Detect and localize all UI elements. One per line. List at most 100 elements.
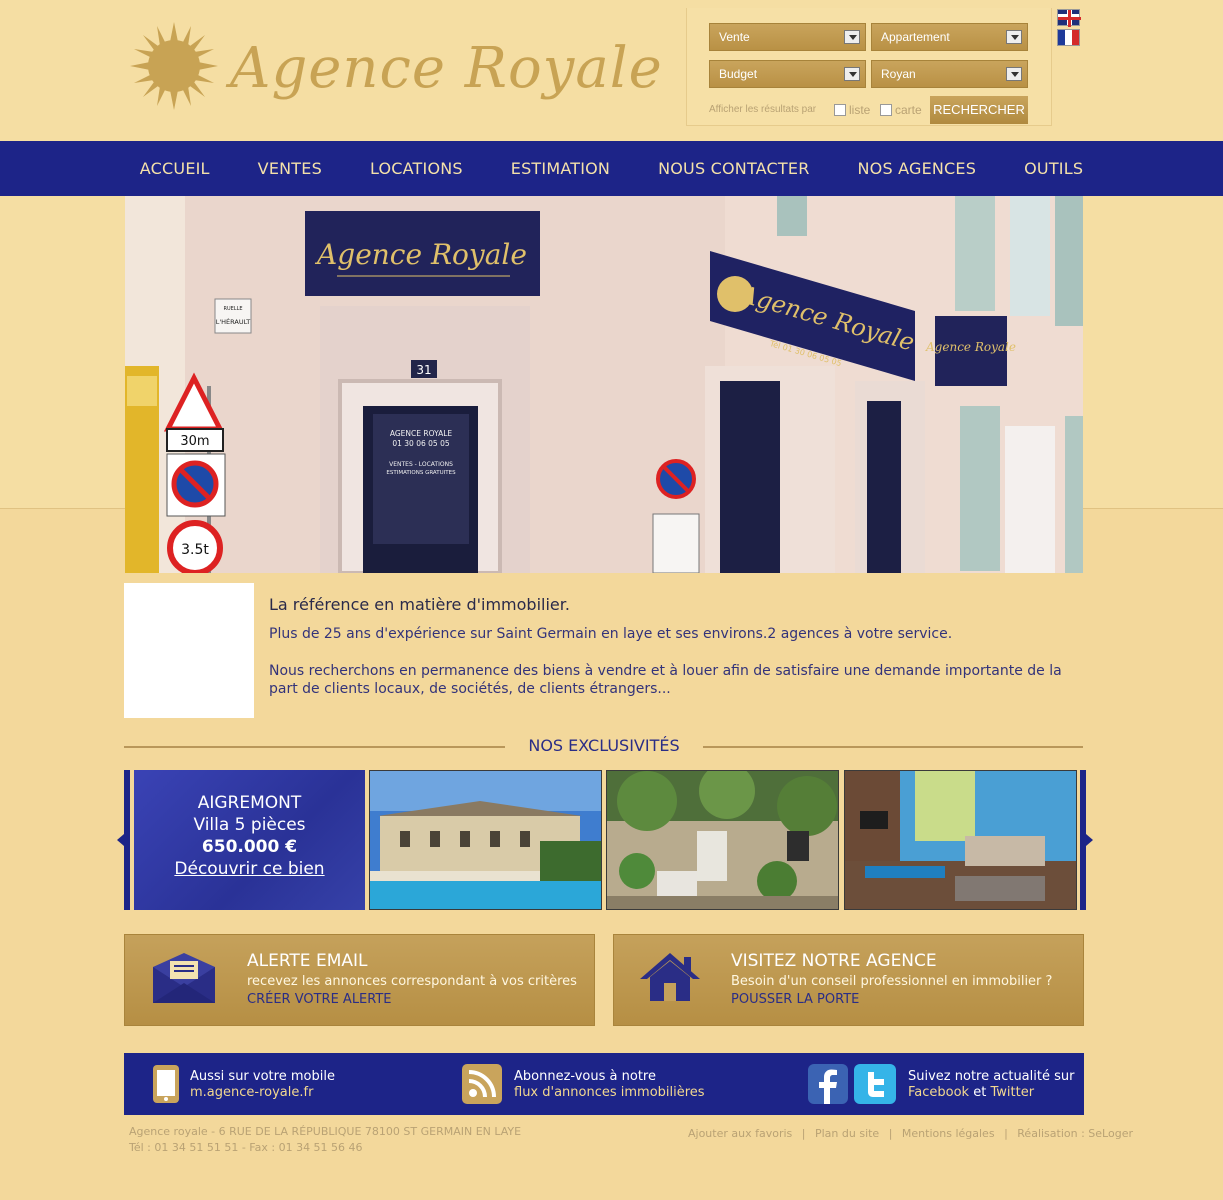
visit-agency-subtitle: Besoin d'un conseil professionnel en imm…	[731, 974, 1053, 989]
english-flag-icon[interactable]	[1057, 9, 1081, 27]
chevron-down-icon	[1006, 30, 1022, 44]
transaction-select[interactable]: Vente	[709, 23, 866, 51]
agence-royale-logo[interactable]: Agence Royale	[130, 22, 662, 112]
nav-item-estimation[interactable]: ESTIMATION	[511, 159, 610, 178]
social-promo-title: Suivez notre actualité sur	[908, 1069, 1075, 1084]
street-sign-name: L'HÉRAULT	[216, 317, 251, 326]
carousel-next-icon[interactable]	[1086, 834, 1093, 846]
chevron-down-icon	[844, 30, 860, 44]
footer-phones: Tél : 01 34 51 51 51 - Fax : 01 34 51 56…	[129, 1141, 363, 1154]
exclusives-title: NOS EXCLUSIVITÉS	[528, 736, 680, 755]
mobile-promo[interactable]: Aussi sur votre mobile m.agence-royale.f…	[190, 1069, 335, 1101]
social-and: et	[973, 1085, 987, 1100]
carousel-left-bar	[124, 770, 130, 910]
footer-link-legal[interactable]: Mentions légales	[902, 1127, 995, 1140]
featured-property-card[interactable]: AIGREMONT Villa 5 pièces 650.000 € Décou…	[134, 770, 365, 910]
list-view-label: liste	[849, 103, 871, 117]
facebook-icon[interactable]	[808, 1064, 848, 1104]
email-alert-title: ALERTE EMAIL	[247, 951, 368, 971]
nav-item-nous-contacter[interactable]: NOUS CONTACTER	[658, 159, 809, 178]
section-divider-left	[124, 746, 505, 748]
door-agency-name: AGENCE ROYALE	[390, 429, 453, 438]
footer-link-credits[interactable]: Réalisation : SeLoger	[1017, 1127, 1133, 1140]
budget-select[interactable]: Budget	[709, 60, 866, 88]
footer-separator: |	[1004, 1127, 1008, 1140]
footer-contact: Agence royale - 6 RUE DE LA RÉPUBLIQUE 7…	[129, 1124, 521, 1156]
french-flag-icon[interactable]	[1057, 29, 1080, 46]
sun-logo-icon	[130, 22, 218, 110]
create-alert-link[interactable]: CRÉER VOTRE ALERTE	[247, 992, 392, 1007]
footer-links: Ajouter aux favoris | Plan du site | Men…	[688, 1127, 1133, 1140]
visit-agency-box[interactable]: VISITEZ NOTRE AGENCE Besoin d'un conseil…	[613, 934, 1084, 1026]
featured-type: Villa 5 pièces	[193, 815, 306, 835]
property-type-select-value: Appartement	[881, 30, 950, 44]
nav-item-outils[interactable]: OUTILS	[1024, 159, 1083, 178]
nav-item-ventes[interactable]: VENTES	[258, 159, 322, 178]
results-display-label: Afficher les résultats par	[709, 104, 817, 115]
map-view-label: carte	[895, 103, 922, 117]
nav-item-accueil[interactable]: ACCUEIL	[140, 159, 210, 178]
footer-banner: Aussi sur votre mobile m.agence-royale.f…	[124, 1053, 1084, 1115]
email-alert-box[interactable]: ALERTE EMAIL recevez les annonces corres…	[124, 934, 595, 1026]
footer-address: Agence royale - 6 RUE DE LA RÉPUBLIQUE 7…	[129, 1125, 522, 1138]
section-divider-right	[703, 746, 1083, 748]
house-number: 31	[416, 363, 431, 377]
mobile-site-url[interactable]: m.agence-royale.fr	[190, 1085, 335, 1101]
featured-price: 650.000 €	[201, 837, 298, 857]
main-navigation: ACCUEIL VENTES LOCATIONS ESTIMATION NOUS…	[0, 141, 1223, 196]
city-select-value: Royan	[881, 67, 916, 81]
property-search-panel: Vente Appartement Budget Royan Afficher …	[686, 8, 1052, 126]
property-thumbnail[interactable]	[369, 770, 602, 910]
twitter-icon[interactable]	[854, 1064, 896, 1104]
footer-link-favorites[interactable]: Ajouter aux favoris	[688, 1127, 792, 1140]
property-thumbnail[interactable]	[844, 770, 1077, 910]
property-type-select[interactable]: Appartement	[871, 23, 1028, 51]
intro-title: La référence en matière d'immobilier.	[269, 595, 570, 614]
featured-city: AIGREMONT	[197, 793, 302, 813]
house-icon	[640, 953, 700, 1001]
nav-item-nos-agences[interactable]: NOS AGENCES	[858, 159, 977, 178]
rss-icon[interactable]	[462, 1064, 502, 1104]
envelope-icon	[153, 953, 215, 1003]
intro-photo-placeholder	[124, 583, 254, 718]
mobile-promo-title: Aussi sur votre mobile	[190, 1069, 335, 1084]
rss-promo-title: Abonnez-vous à notre	[514, 1069, 656, 1084]
logo-text: Agence Royale	[230, 36, 663, 101]
chevron-down-icon	[1006, 67, 1022, 81]
mobile-phone-icon	[153, 1065, 179, 1103]
city-select[interactable]: Royan	[871, 60, 1028, 88]
weight-limit-sign: 3.5t	[181, 542, 209, 558]
carousel-prev-icon[interactable]	[117, 834, 124, 846]
social-promo: Suivez notre actualité sur Facebook et T…	[908, 1069, 1074, 1101]
featured-link[interactable]: Découvrir ce bien	[134, 858, 365, 880]
chevron-down-icon	[844, 67, 860, 81]
nav-item-locations[interactable]: LOCATIONS	[370, 159, 463, 178]
visit-agency-link[interactable]: POUSSER LA PORTE	[731, 992, 859, 1007]
rss-promo-subtitle: flux d'annonces immobilières	[514, 1085, 705, 1100]
door-services: VENTES - LOCATIONS	[389, 461, 453, 468]
search-button[interactable]: RECHERCHER	[930, 96, 1028, 124]
intro-paragraph-1: Plus de 25 ans d'expérience sur Saint Ge…	[269, 626, 953, 642]
agency-storefront-photo: Agence Royale AGENCE ROYALE 01 30 06 05 …	[125, 196, 1083, 573]
footer-link-sitemap[interactable]: Plan du site	[815, 1127, 879, 1140]
door-services-2: ESTIMATIONS GRATUITES	[386, 470, 456, 476]
twitter-link[interactable]: Twitter	[990, 1085, 1034, 1100]
hero-sign-small: Agence Royale	[925, 340, 1016, 354]
hero-sign-main: Agence Royale	[314, 238, 527, 271]
facebook-link[interactable]: Facebook	[908, 1085, 969, 1100]
height-limit-sign: 30m	[180, 434, 209, 449]
property-thumbnail[interactable]	[606, 770, 839, 910]
rss-promo[interactable]: Abonnez-vous à notre flux d'annonces imm…	[514, 1069, 705, 1101]
map-view-checkbox[interactable]	[880, 104, 892, 116]
intro-paragraph-2: Nous recherchons en permanence des biens…	[269, 663, 1062, 697]
door-agency-phone: 01 30 06 05 05	[392, 439, 449, 448]
transaction-select-value: Vente	[719, 30, 750, 44]
storefront-illustration: Agence Royale AGENCE ROYALE 01 30 06 05 …	[125, 196, 1083, 573]
footer-separator: |	[888, 1127, 893, 1140]
pool-house-photo	[370, 771, 601, 909]
list-view-checkbox[interactable]	[834, 104, 846, 116]
visit-agency-title: VISITEZ NOTRE AGENCE	[731, 951, 937, 971]
email-alert-subtitle: recevez les annonces correspondant à vos…	[247, 974, 577, 989]
living-room-photo	[845, 771, 1076, 909]
street-sign-prefix: RUELLE	[223, 306, 242, 312]
